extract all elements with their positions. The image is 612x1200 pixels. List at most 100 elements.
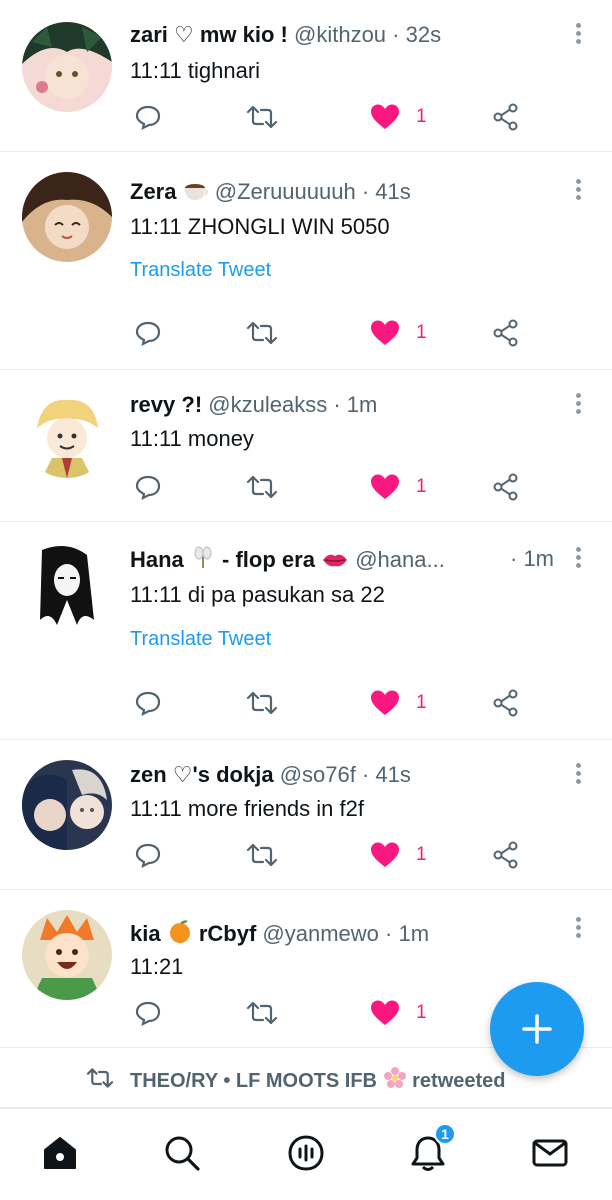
more-options-icon[interactable]: [568, 914, 588, 942]
nav-search[interactable]: [160, 1131, 204, 1175]
retweet-button[interactable]: [246, 996, 278, 1030]
user-handle[interactable]: @so76f: [280, 762, 356, 787]
more-options-icon[interactable]: [568, 544, 588, 572]
nav-spaces[interactable]: [284, 1131, 328, 1175]
reply-button[interactable]: [134, 686, 162, 720]
retweet-button[interactable]: [246, 316, 278, 350]
nav-notifications[interactable]: 1: [406, 1123, 456, 1175]
display-name-suffix[interactable]: - flop era: [222, 547, 315, 572]
reply-button[interactable]: [134, 100, 162, 134]
share-icon: [493, 473, 518, 501]
retweeter-name[interactable]: THEO/RY • LF MOOTS IFB: [130, 1070, 377, 1092]
reply-icon: [135, 321, 161, 347]
avatar[interactable]: [22, 172, 112, 262]
tweet-item[interactable]: Zera @Zeruuuuuuh · 41s 11:11 ZHONGLI WIN…: [0, 152, 612, 370]
avatar[interactable]: [22, 760, 112, 850]
tweet-timestamp[interactable]: 32s: [406, 22, 441, 47]
display-name[interactable]: kia: [130, 921, 161, 946]
flower-emoji-icon: [190, 546, 216, 576]
avatar[interactable]: [22, 910, 112, 1000]
retweet-icon: [86, 1068, 114, 1088]
display-name[interactable]: zari ♡ mw kio !: [130, 22, 288, 47]
separator-dot: ·: [361, 179, 370, 204]
heart-filled-icon: [371, 320, 399, 345]
retweet-notice-text: THEO/RY • LF MOOTS IFB retweeted: [130, 1066, 506, 1096]
heart-filled-icon: [371, 690, 399, 715]
tweet-timestamp[interactable]: 1m: [347, 392, 378, 417]
reply-button[interactable]: [134, 470, 162, 504]
compose-tweet-button[interactable]: [490, 982, 584, 1076]
retweet-icon: [246, 843, 278, 867]
avatar[interactable]: [22, 540, 112, 630]
tweet-text: 11:21: [130, 954, 184, 979]
nav-messages[interactable]: [528, 1131, 572, 1175]
retweet-icon: [246, 475, 278, 499]
display-name-suffix[interactable]: rCbyf: [199, 921, 256, 946]
translate-tweet-link[interactable]: Translate Tweet: [130, 259, 271, 282]
tweet-text: 11:11 ZHONGLI WIN 5050: [130, 214, 390, 239]
avatar[interactable]: [22, 22, 112, 112]
like-button[interactable]: 1: [370, 470, 427, 504]
retweet-button[interactable]: [246, 100, 278, 134]
more-options-icon[interactable]: [568, 390, 588, 418]
user-handle[interactable]: @Zeruuuuuuh: [215, 179, 356, 204]
avatar[interactable]: [22, 388, 112, 478]
retweet-icon: [246, 1001, 278, 1025]
more-options-icon[interactable]: [568, 20, 588, 48]
tweet-actions: 1: [130, 996, 530, 1030]
reply-button[interactable]: [134, 838, 162, 872]
tweet-timestamp[interactable]: 41s: [375, 179, 410, 204]
like-button[interactable]: 1: [370, 838, 427, 872]
like-button[interactable]: 1: [370, 686, 427, 720]
display-name[interactable]: zen ♡'s dokja: [130, 762, 274, 787]
user-handle[interactable]: @yanmewo: [262, 921, 379, 946]
tweet-actions: 1: [130, 316, 530, 350]
like-button[interactable]: 1: [370, 316, 427, 350]
tweet-timestamp[interactable]: 1m: [399, 921, 430, 946]
tweet-item[interactable]: revy ?! @kzuleakss · 1m 11:11 money 1: [0, 370, 612, 522]
translate-tweet-link[interactable]: Translate Tweet: [130, 628, 271, 651]
share-icon: [493, 319, 518, 347]
retweet-button[interactable]: [246, 838, 278, 872]
display-name[interactable]: revy ?!: [130, 392, 202, 417]
share-button[interactable]: [492, 838, 520, 872]
user-handle[interactable]: @kithzou: [294, 22, 386, 47]
display-name[interactable]: Hana: [130, 547, 184, 572]
share-button[interactable]: [492, 316, 520, 350]
reply-icon: [135, 475, 161, 501]
user-handle[interactable]: @kzuleakss: [208, 392, 327, 417]
share-button[interactable]: [492, 470, 520, 504]
like-button[interactable]: 1: [370, 996, 427, 1030]
nav-home[interactable]: [38, 1131, 82, 1175]
separator-dot: ·: [361, 762, 370, 787]
tweet-item[interactable]: zari ♡ mw kio ! @kithzou · 32s 11:11 tig…: [0, 0, 612, 152]
reply-icon: [135, 105, 161, 131]
tweet-timestamp[interactable]: 41s: [375, 762, 410, 787]
separator-dot: ·: [509, 546, 518, 571]
tweet-text: 11:11 tighnari: [130, 58, 261, 83]
plus-icon: [522, 1014, 552, 1044]
tweet-actions: 1: [130, 838, 530, 872]
tweet-timestamp[interactable]: 1m: [523, 546, 554, 571]
share-button[interactable]: [492, 686, 520, 720]
reply-button[interactable]: [134, 996, 162, 1030]
like-count: 1: [416, 322, 427, 343]
bottom-navigation: 1: [0, 1108, 612, 1200]
display-name[interactable]: Zera: [130, 179, 176, 204]
more-options-icon[interactable]: [568, 760, 588, 788]
tweet-text: 11:11 more friends in f2f: [130, 796, 364, 821]
tweet-item[interactable]: zen ♡'s dokja @so76f · 41s 11:11 more fr…: [0, 740, 612, 890]
retweet-button[interactable]: [246, 470, 278, 504]
like-button[interactable]: 1: [370, 100, 427, 134]
retweet-button[interactable]: [246, 686, 278, 720]
reply-button[interactable]: [134, 316, 162, 350]
user-handle[interactable]: @hana...: [355, 547, 445, 572]
more-options-icon[interactable]: [568, 176, 588, 204]
separator-dot: ·: [333, 392, 341, 417]
tweet-header: Hana - flop era @hana...: [130, 546, 552, 576]
like-count: 1: [416, 1002, 427, 1023]
tweet-actions: 1: [130, 100, 530, 134]
tweet-item[interactable]: Hana - flop era @hana... · 1m 11:11 di p…: [0, 522, 612, 740]
share-button[interactable]: [492, 100, 520, 134]
coffee-emoji-icon: [183, 178, 209, 208]
